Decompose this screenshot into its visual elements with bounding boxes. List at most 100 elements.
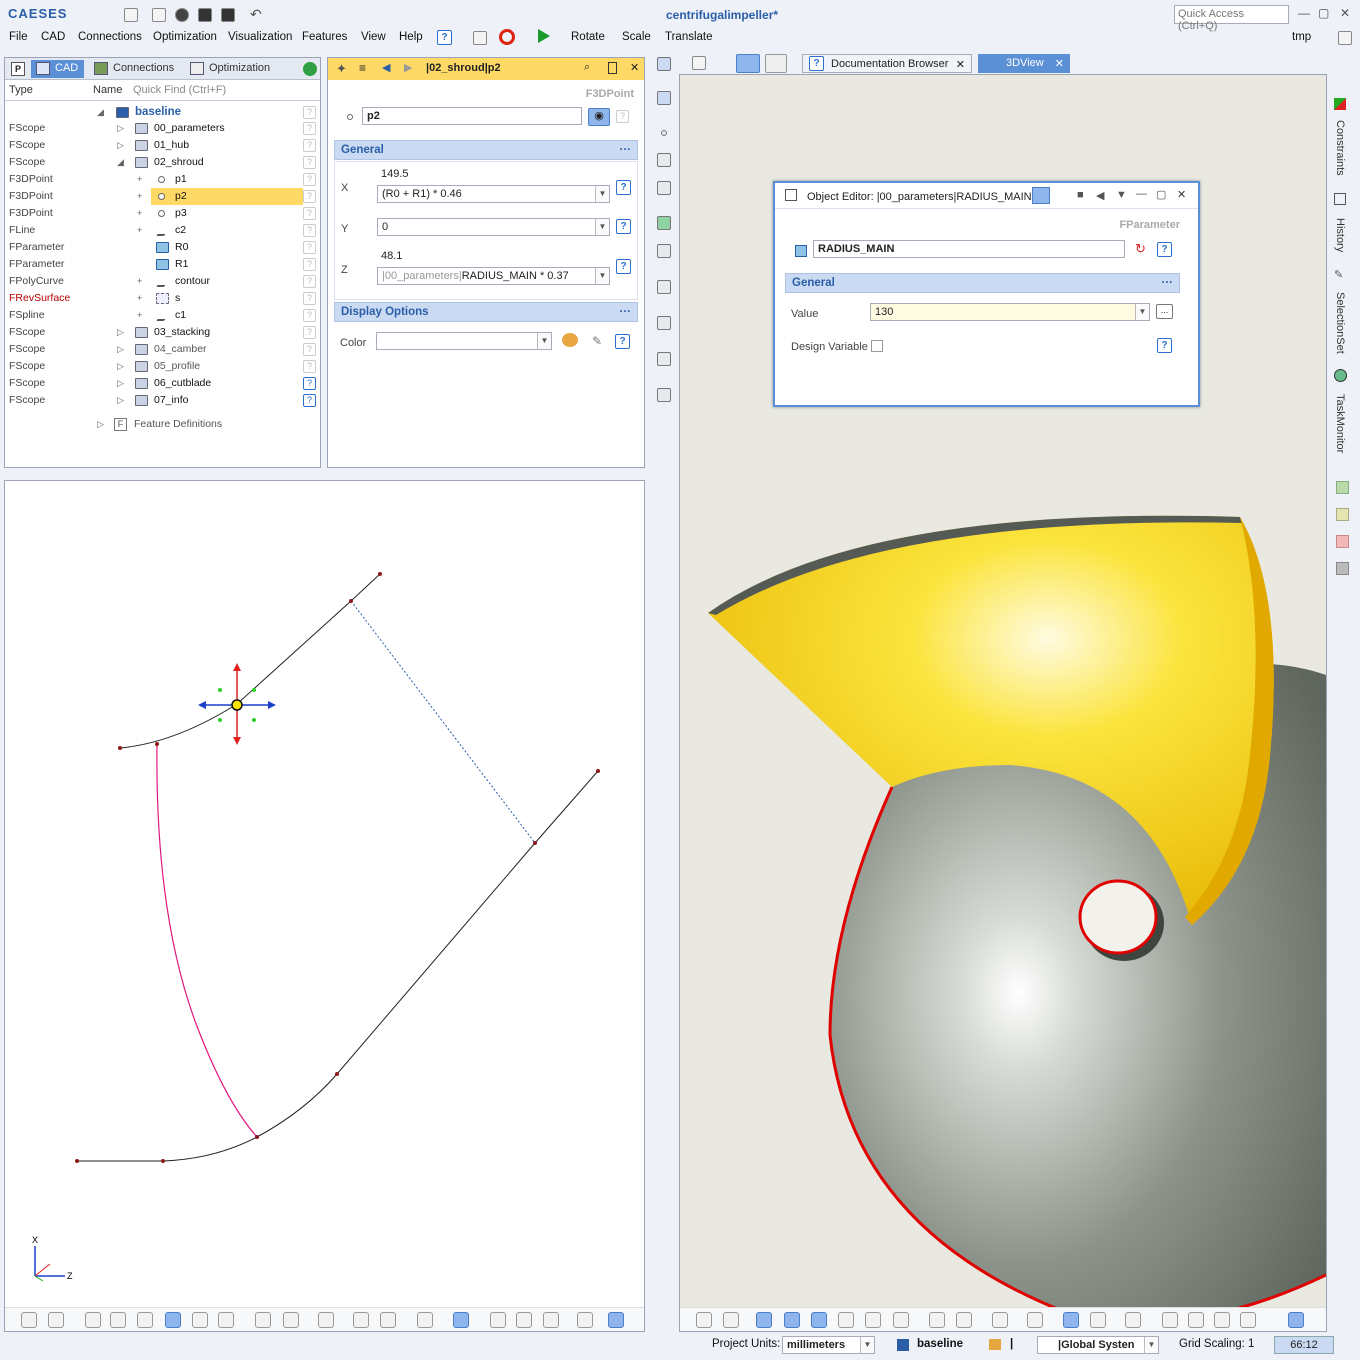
view-tool-12-icon[interactable] [353, 1312, 369, 1328]
transform-icon[interactable] [657, 280, 671, 294]
quick-access-input[interactable]: Quick Access (Ctrl+Q) [1174, 5, 1289, 32]
view-tool-12-icon[interactable] [1027, 1312, 1043, 1328]
expand-arrow-icon[interactable]: ◢ [117, 154, 124, 171]
menu-file[interactable]: File [9, 31, 28, 43]
x-expression-field[interactable]: (R0 + R1) * 0.46 ▼ [377, 185, 610, 203]
box-icon[interactable] [657, 388, 671, 402]
z-expression-field[interactable]: |00_parameters|RADIUS_MAIN * 0.37 ▼ [377, 267, 610, 285]
back-arrow-icon[interactable]: ◀ [382, 61, 390, 74]
col-name-header[interactable]: Name [93, 84, 122, 96]
mesh-icon[interactable] [657, 244, 671, 258]
view-tool-3-icon[interactable] [85, 1312, 101, 1328]
run-icon[interactable] [538, 29, 550, 43]
red-square-icon[interactable] [1336, 535, 1349, 548]
menu-view[interactable]: View [361, 31, 386, 43]
tab-selectionset[interactable]: SelectionSet [1334, 292, 1346, 354]
view-tool-5-icon[interactable] [811, 1312, 827, 1328]
view-tool-13-icon[interactable] [380, 1312, 396, 1328]
tree-row-p3[interactable]: F3DPoint + p3? [5, 205, 320, 222]
value-field[interactable]: 130 ▼ [870, 303, 1150, 321]
z-help-icon[interactable]: ? [616, 259, 631, 274]
grey-square-icon[interactable] [1336, 562, 1349, 575]
minimize-icon[interactable]: — [1136, 188, 1147, 200]
help-icon[interactable]: ? [303, 156, 316, 169]
workspace-label[interactable]: tmp [1292, 31, 1311, 43]
minimize-button[interactable]: — [1298, 6, 1310, 20]
tool-scale[interactable]: Scale [622, 31, 651, 43]
design-variable-checkbox[interactable] [871, 340, 883, 352]
tree-row-00-parameters[interactable]: FScope ▷ 00_parameters? [5, 120, 320, 137]
expand-arrow-icon[interactable]: + [137, 205, 142, 222]
curve-icon[interactable] [657, 153, 671, 167]
help-icon[interactable]: ? [303, 275, 316, 288]
help-icon[interactable]: ? [303, 241, 316, 254]
pin-icon[interactable]: P [11, 62, 25, 76]
view-tool-18-icon[interactable] [543, 1312, 559, 1328]
view-tool-11-icon[interactable] [318, 1312, 334, 1328]
tree-row-06-cutblade[interactable]: FScope ▷ 06_cutblade? [5, 375, 320, 392]
view-tool-9-icon[interactable] [255, 1312, 271, 1328]
expand-arrow-icon[interactable]: + [137, 222, 142, 239]
back-arrow-icon[interactable]: ◀ [1096, 189, 1104, 202]
expand-arrow-icon[interactable]: ▷ [117, 375, 124, 392]
help-icon[interactable]: ? [303, 122, 316, 135]
search-icon[interactable]: ⌕ [584, 61, 590, 74]
help-icon[interactable]: ? [303, 224, 316, 237]
expand-arrow-icon[interactable]: ▷ [117, 137, 124, 154]
menu-visualization[interactable]: Visualization [228, 31, 292, 43]
y-expression-field[interactable]: 0 ▼ [377, 218, 610, 236]
expand-arrow-icon[interactable]: ▷ [117, 358, 124, 375]
tab-documentation-browser[interactable]: Documentation Browser ✕? [802, 54, 972, 73]
scope-separator[interactable]: | [1010, 1338, 1013, 1350]
tab-taskmonitor[interactable]: TaskMonitor [1334, 394, 1346, 453]
parameter-icon[interactable] [657, 91, 671, 105]
green-surface-icon[interactable] [657, 216, 671, 230]
green-square-icon[interactable] [1336, 481, 1349, 494]
expand-arrow-icon[interactable]: + [137, 171, 142, 188]
x-help-icon[interactable]: ? [616, 180, 631, 195]
maximize-button[interactable]: ▢ [1318, 6, 1329, 20]
view-tool-14-icon[interactable] [1090, 1312, 1106, 1328]
tree-row-02-shroud[interactable]: FScope ◢ 02_shroud? [5, 154, 320, 171]
view-tool-7-icon[interactable] [865, 1312, 881, 1328]
tree-row-p2[interactable]: F3DPoint + p2? [5, 188, 320, 205]
tree-row-05-profile[interactable]: FScope ▷ 05_profile? [5, 358, 320, 375]
yellow-square-icon[interactable] [1336, 508, 1349, 521]
color-help-icon[interactable]: ? [615, 334, 630, 349]
save-as-icon[interactable] [221, 8, 235, 22]
expand-arrow-icon[interactable]: + [137, 188, 142, 205]
expand-arrow-icon[interactable]: ▷ [117, 392, 124, 409]
view-tool-4-icon[interactable] [110, 1312, 126, 1328]
view-tool-10-icon[interactable] [283, 1312, 299, 1328]
menu-connections[interactable]: Connections [78, 31, 142, 43]
view-tool-5-icon[interactable] [137, 1312, 153, 1328]
help-icon[interactable]: ? [303, 394, 316, 407]
tree-row-s[interactable]: FRevSurface + s? [5, 290, 320, 307]
view-tool-13-icon[interactable] [1063, 1312, 1079, 1328]
parameter-name-field[interactable]: RADIUS_MAIN [813, 240, 1125, 258]
view-tool-20-icon[interactable] [1288, 1312, 1304, 1328]
tab-cad[interactable]: CAD [31, 60, 85, 78]
copy-icon[interactable] [473, 31, 487, 45]
view-tool-11-icon[interactable] [992, 1312, 1008, 1328]
view-tool-6-icon[interactable] [838, 1312, 854, 1328]
help-icon[interactable]: ? [303, 360, 316, 373]
cad-object-icon[interactable] [657, 57, 671, 71]
tab-connections[interactable]: Connections [89, 60, 180, 78]
help-icon[interactable]: ? [437, 30, 452, 45]
tab-optimization[interactable]: Optimization [185, 60, 276, 78]
tree-row-c1[interactable]: FSpline + c1? [5, 307, 320, 324]
design-variable-help-icon[interactable]: ? [1157, 338, 1172, 353]
menu-features[interactable]: Features [302, 31, 347, 43]
view-tool-18-icon[interactable] [1214, 1312, 1230, 1328]
view-tool-9-icon[interactable] [929, 1312, 945, 1328]
3d-view[interactable]: Object Editor: |00_parameters|RADIUS_MAI… [679, 74, 1327, 1332]
view-tool-16-icon[interactable] [1162, 1312, 1178, 1328]
stop-icon[interactable] [499, 29, 515, 45]
close-icon[interactable]: ✕ [1177, 188, 1186, 201]
close-window-button[interactable]: ✕ [1340, 6, 1350, 20]
view-tool-19-icon[interactable] [577, 1312, 593, 1328]
tree-root-row[interactable]: ◢ baseline ? [5, 104, 320, 121]
object-name-field[interactable]: p2 [362, 107, 582, 125]
tree-row-01-hub[interactable]: FScope ▷ 01_hub? [5, 137, 320, 154]
